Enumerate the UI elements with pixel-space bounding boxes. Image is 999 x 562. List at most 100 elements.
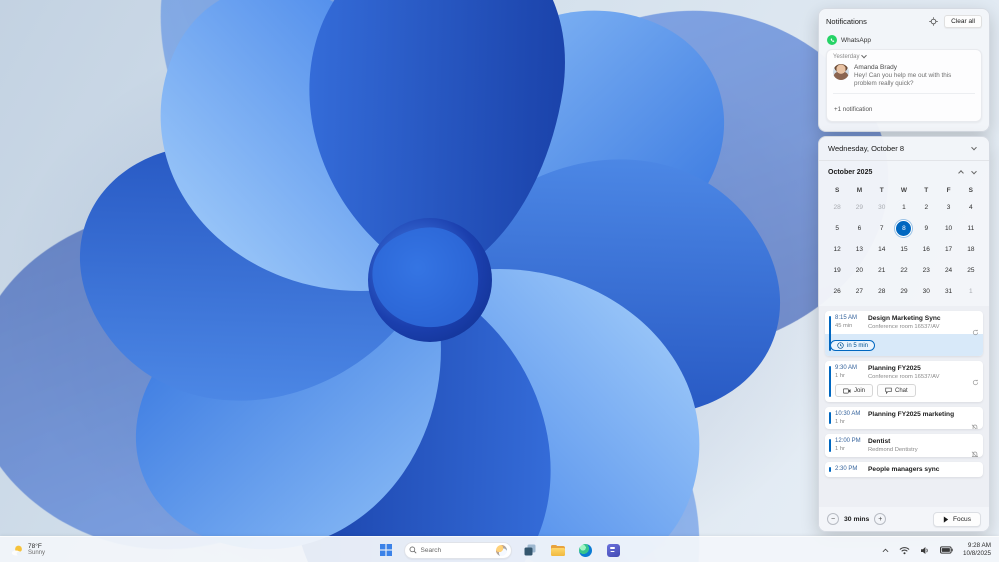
calendar-day[interactable]: 2 [915,197,937,218]
calendar-day[interactable]: 1 [960,281,982,302]
taskbar-center-icons [376,537,624,562]
event-accent-bar [829,467,831,472]
sender-avatar [833,64,849,80]
event-title: People managers sync [868,466,940,473]
calendar-day[interactable]: 1 [893,197,915,218]
notification-settings-button[interactable] [927,15,940,28]
clock-button[interactable]: 9:28 AM 10/8/2025 [961,541,993,558]
calendar-day[interactable]: 28 [871,281,893,302]
calendar-event[interactable]: 8:15 AM 45 min Design Marketing Sync Con… [825,311,983,356]
calendar-month-label: October 2025 [828,169,873,176]
calendar-day[interactable]: 12 [826,239,848,260]
calendar-day[interactable]: 20 [848,260,870,281]
calendar-event[interactable]: 10:30 AM 1 hr Planning FY2025 marketing [825,407,983,429]
chevron-down-icon [970,168,977,174]
increase-focus-duration-button[interactable]: + [874,513,887,525]
calendar-day[interactable]: 5 [826,218,848,239]
decrease-focus-duration-button[interactable]: − [827,513,839,525]
play-icon [943,515,949,523]
event-title: Planning FY2025 marketing [868,411,955,418]
calendar-day[interactable]: 31 [937,281,959,302]
message-sender: Amanda Brady [854,64,897,71]
teams-button[interactable] [604,540,624,560]
chat-button[interactable]: Chat [877,384,916,397]
calendar-day[interactable]: 15 [893,239,915,260]
calendar-day[interactable]: 29 [893,281,915,302]
calendar-day[interactable]: 14 [871,239,893,260]
teams-icon [607,543,620,557]
event-time: 2:30 PM [835,466,858,472]
calendar-month-row: October 2025 [819,161,989,181]
calendar-day[interactable]: 26 [826,281,848,302]
calendar-day[interactable]: 11 [960,218,982,239]
calendar-day[interactable]: 16 [915,239,937,260]
notification-card[interactable]: Yesterday Amanda Brady Hey! Can you help… [826,49,982,123]
event-duration: 1 hr [835,373,845,379]
search-icon [409,546,416,554]
hidden-icons-button[interactable] [880,546,891,555]
calendar-day[interactable]: 18 [960,239,982,260]
wifi-icon [899,546,910,554]
focus-duration-label: 30 mins [844,515,870,523]
notification-group-label: Yesterday [833,54,860,60]
calendar-prev-month-button[interactable] [954,166,967,179]
weather-condition: Sunny [28,550,46,557]
widgets-weather-button[interactable]: 78°F Sunny [7,539,49,561]
windows-logo-icon [379,544,392,556]
calendar-next-month-button[interactable] [967,166,980,179]
reminder-badge[interactable]: in 5 min [830,340,876,351]
chevron-down-icon [970,144,977,150]
calendar-day[interactable]: 24 [937,260,959,281]
calendar-day[interactable]: 9 [915,218,937,239]
calendar-collapse-button[interactable] [967,142,980,155]
calendar-day[interactable]: 27 [848,281,870,302]
calendar-day[interactable]: 6 [848,218,870,239]
calendar-day[interactable]: 7 [871,218,893,239]
calendar-day[interactable]: 10 [937,218,959,239]
battery-button[interactable] [938,544,955,556]
message-body: Hey! Can you help me out with this probl… [854,72,952,88]
calendar-day[interactable]: 13 [848,239,870,260]
weather-sun-icon [11,545,23,555]
chat-button-label: Chat [895,387,908,394]
calendar-day[interactable]: 19 [826,260,848,281]
calendar-day[interactable]: 21 [871,260,893,281]
network-button[interactable] [897,544,912,557]
notification-message[interactable]: Amanda Brady Hey! Can you help me out wi… [833,64,975,88]
task-view-button[interactable] [520,540,540,560]
calendar-day[interactable]: 17 [937,239,959,260]
file-explorer-icon [550,544,565,556]
notification-app-row[interactable]: WhatsApp [827,35,981,45]
file-explorer-button[interactable] [548,540,568,560]
calendar-day[interactable]: 25 [960,260,982,281]
join-meeting-button[interactable]: Join [835,384,874,397]
more-notifications-row[interactable]: +1 notification [833,93,975,117]
event-location: Conference room 16537/AV [868,374,940,380]
calendar-day[interactable]: 28 [826,197,848,218]
focus-session-bar: − 30 mins + Focus [819,507,989,531]
calendar-day[interactable]: 22 [893,260,915,281]
taskbar-search-box[interactable] [403,541,512,559]
calendar-day[interactable]: 30 [871,197,893,218]
calendar-weekday-header: S [834,186,840,194]
start-focus-button[interactable]: Focus [933,511,981,527]
calendar-day-selected[interactable]: 8 [893,218,915,239]
calendar-day[interactable]: 29 [848,197,870,218]
calendar-day[interactable]: 4 [960,197,982,218]
search-input[interactable] [420,546,492,554]
calendar-day[interactable]: 23 [915,260,937,281]
start-button[interactable] [376,540,396,560]
edge-browser-button[interactable] [576,540,596,560]
calendar-day[interactable]: 3 [937,197,959,218]
speaker-icon [920,546,928,554]
calendar-day[interactable]: 30 [915,281,937,302]
event-location: Conference room 16537/AV [868,324,940,330]
calendar-event[interactable]: 2:30 PM People managers sync [825,462,983,477]
notification-group-row[interactable]: Yesterday [833,52,975,60]
search-highlight-icon[interactable] [495,544,507,556]
calendar-event[interactable]: 9:30 AM 1 hr Planning FY2025 Conference … [825,361,983,402]
volume-button[interactable] [918,544,932,557]
calendar-event[interactable]: 12:00 PM 1 hr Dentist Redmond Dentistry [825,434,983,457]
clear-all-button[interactable]: Clear all [944,15,982,28]
video-camera-icon [843,388,851,393]
